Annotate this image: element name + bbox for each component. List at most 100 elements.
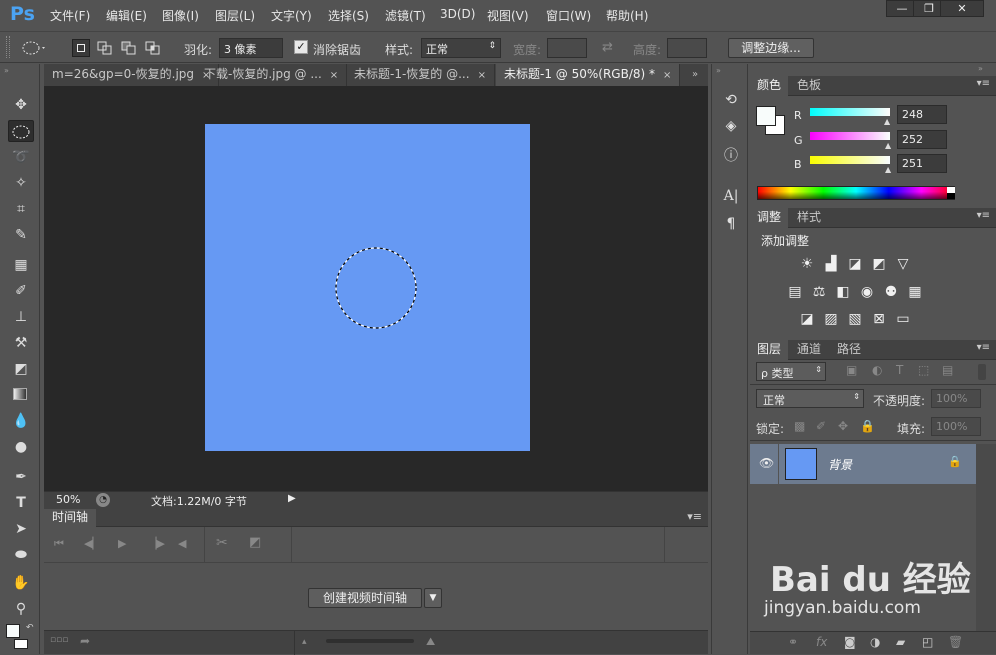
tool-preset-picker[interactable] (20, 40, 48, 58)
properties-icon[interactable]: ◈ (721, 116, 741, 136)
filter-adjustment-icon[interactable]: ◐ (872, 363, 882, 377)
close-tab-icon[interactable]: × (330, 70, 338, 81)
eyedropper-tool-icon[interactable]: ✎ (8, 224, 34, 246)
pen-tool-icon[interactable]: ✒ (8, 466, 34, 488)
height-input[interactable] (667, 38, 707, 58)
width-input[interactable] (547, 38, 587, 58)
history-icon[interactable]: ⟲ (721, 90, 741, 110)
r-slider[interactable] (810, 108, 890, 116)
invert-icon[interactable]: ◪ (798, 311, 816, 327)
history-brush-tool-icon[interactable]: ⚒ (8, 332, 34, 354)
new-selection-button[interactable] (72, 39, 90, 57)
zoom-tool-icon[interactable]: ⚲ (8, 598, 34, 620)
color-spectrum-bar[interactable] (757, 186, 955, 200)
layer-filter-select[interactable]: ρ 类型 ⇕ (756, 362, 826, 381)
spectrum-black-swatch[interactable] (947, 193, 955, 199)
doc-tab[interactable]: 下载-恢复的.jpg @ ... × (196, 64, 348, 86)
doc-tab[interactable]: m=26&gp=0-恢复的.jpg × (44, 64, 220, 86)
menu-layer[interactable]: 图层(L) (215, 7, 255, 24)
style-select[interactable]: 正常 ⇕ (421, 38, 501, 58)
hand-tool-icon[interactable]: ✋ (8, 572, 34, 594)
paragraph-icon[interactable]: ¶ (721, 214, 741, 234)
subtract-selection-button[interactable] (120, 39, 138, 57)
new-group-icon[interactable]: ▰ (896, 635, 905, 649)
slider-thumb-icon[interactable]: ▲ (885, 141, 891, 150)
convert-icon[interactable]: ➦ (80, 634, 90, 648)
healing-brush-tool-icon[interactable]: ▦ (8, 254, 34, 276)
close-tab-icon[interactable]: × (478, 70, 486, 81)
menu-help[interactable]: 帮助(H) (606, 7, 648, 24)
panels-collapse-icon[interactable]: » (978, 64, 983, 73)
layer-lock-icon[interactable]: 🔒 (948, 455, 962, 468)
new-layer-icon[interactable]: ◰ (922, 635, 933, 649)
doc-tab[interactable]: 未标题-1-恢复的 @... × (346, 64, 495, 86)
b-slider[interactable] (810, 156, 890, 164)
refine-edge-button[interactable]: 调整边缘... (728, 38, 814, 58)
tab-paths[interactable]: 路径 (830, 340, 868, 360)
menu-file[interactable]: 文件(F) (50, 7, 90, 24)
elliptical-selection[interactable] (333, 245, 419, 331)
filter-smart-object-icon[interactable]: ▤ (942, 363, 953, 377)
menu-select[interactable]: 选择(S) (328, 7, 369, 24)
panel-menu-icon[interactable]: ▾≡ (977, 342, 990, 353)
opacity-input[interactable]: 100% (931, 389, 981, 408)
type-tool-icon[interactable]: T (8, 492, 34, 514)
document-canvas[interactable] (205, 124, 530, 451)
fill-input[interactable]: 100% (931, 417, 981, 436)
swap-dimensions-icon[interactable]: ⇄ (602, 40, 613, 55)
tab-channels[interactable]: 通道 (790, 340, 828, 360)
threshold-icon[interactable]: ▧ (846, 311, 864, 327)
foreground-color-swatch[interactable] (6, 624, 20, 638)
b-value-input[interactable]: 251 (897, 154, 947, 173)
doc-tab-active[interactable]: 未标题-1 @ 50%(RGB/8) * × (496, 64, 681, 86)
tabs-overflow-icon[interactable]: » (692, 69, 698, 80)
strip-collapse-icon[interactable]: » (716, 66, 721, 75)
background-color-swatch[interactable] (14, 639, 28, 649)
menu-type[interactable]: 文字(Y) (271, 7, 312, 24)
add-selection-button[interactable] (96, 39, 114, 57)
menu-view[interactable]: 视图(V) (487, 7, 529, 24)
foreground-color-chip[interactable] (756, 106, 776, 126)
menu-edit[interactable]: 编辑(E) (106, 7, 147, 24)
selective-color-icon[interactable]: ⊠ (870, 311, 888, 327)
info-icon[interactable]: ⓘ (721, 146, 741, 166)
new-adjustment-layer-icon[interactable]: ◑ (870, 635, 880, 649)
filter-type-icon[interactable]: T (896, 363, 903, 377)
filter-shape-icon[interactable]: ⬚ (918, 363, 929, 377)
magic-wand-tool-icon[interactable]: ✧ (8, 172, 34, 194)
tab-layers[interactable]: 图层 (750, 340, 789, 360)
delete-layer-icon[interactable]: 🗑 (948, 635, 963, 649)
scissors-icon[interactable]: ✂ (216, 535, 228, 551)
lock-pixels-icon[interactable]: ✐ (816, 419, 826, 433)
ellipse-marquee-tool-icon[interactable] (8, 120, 34, 142)
panel-menu-icon[interactable]: ▾≡ (687, 510, 702, 523)
color-balance-icon[interactable]: ⚖ (810, 284, 828, 300)
dodge-tool-icon[interactable]: ● (8, 436, 34, 458)
lock-transparency-icon[interactable]: ▩ (794, 419, 805, 433)
lasso-tool-icon[interactable]: ➰ (8, 146, 34, 168)
feather-input[interactable]: 3 像素 (219, 38, 283, 58)
audio-icon[interactable]: ◀ (178, 537, 186, 550)
menu-image[interactable]: 图像(I) (162, 7, 199, 24)
eraser-tool-icon[interactable]: ◩ (8, 358, 34, 380)
layers-scrollbar[interactable] (976, 444, 996, 634)
g-value-input[interactable]: 252 (897, 130, 947, 149)
next-frame-icon[interactable]: ▕▶ (148, 537, 165, 550)
create-video-timeline-button[interactable]: 创建视频时间轴 (308, 588, 422, 608)
zoom-in-icon[interactable]: ⛰ (426, 635, 435, 649)
crop-tool-icon[interactable]: ⌗ (8, 198, 34, 220)
visibility-eye-icon[interactable]: 👁 (759, 456, 774, 470)
black-white-icon[interactable]: ◧ (834, 284, 852, 300)
hue-saturation-icon[interactable]: ▤ (786, 284, 804, 300)
tools-collapse-icon[interactable]: » (4, 66, 36, 75)
timeline-options-icon[interactable]: ▫▫▫ (50, 635, 68, 645)
tab-styles[interactable]: 样式 (790, 208, 828, 228)
status-indicator-icon[interactable]: ◔ (96, 493, 110, 507)
menu-filter[interactable]: 滤镜(T) (385, 7, 426, 24)
character-icon[interactable]: A| (721, 186, 741, 206)
zoom-slider[interactable] (326, 639, 414, 643)
menu-window[interactable]: 窗口(W) (546, 7, 591, 24)
grip-handle[interactable] (6, 36, 10, 58)
transition-icon[interactable]: ◩ (249, 535, 261, 550)
intersect-selection-button[interactable] (144, 39, 162, 57)
